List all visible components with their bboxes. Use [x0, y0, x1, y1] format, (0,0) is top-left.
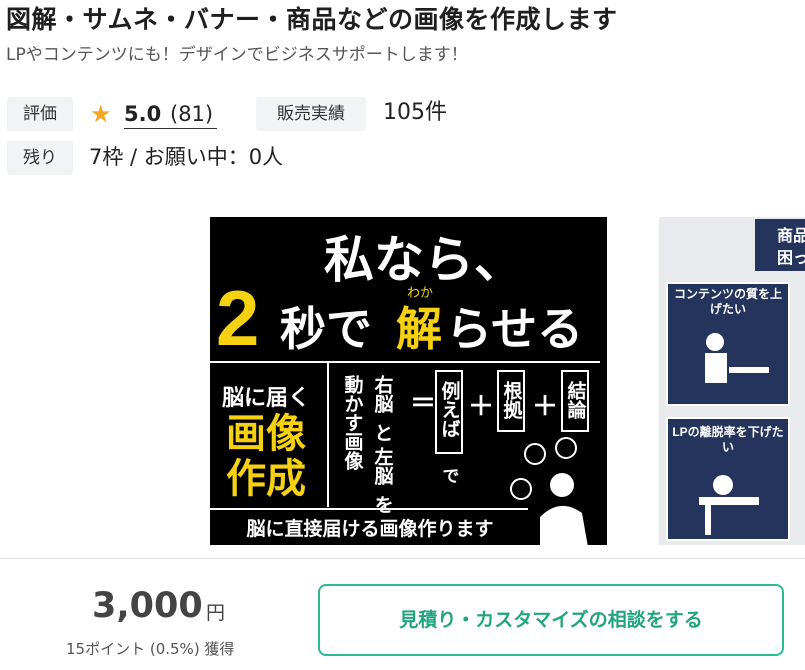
headline-ruby: わか — [407, 285, 433, 300]
headline-line2c: らせる — [446, 303, 583, 355]
price-value: 3,000 — [92, 586, 203, 626]
column-a: 動かす画像 — [342, 375, 364, 471]
box-example-sub: で — [440, 467, 460, 484]
section-divider — [0, 558, 805, 559]
rating-link-underline — [124, 128, 217, 129]
equals-sign: ＝ — [410, 388, 436, 418]
page-subtitle: LPやコンテンツにも！デザインでビジネスサポートします！ — [6, 45, 468, 65]
column-b3: 左脳 — [372, 446, 395, 486]
star-icon: ★ — [90, 100, 112, 128]
headline-number: 2 — [216, 274, 259, 362]
box-reason: 根拠 — [501, 380, 523, 420]
plus-sign-1: ＋ — [468, 391, 494, 421]
headline-line2b: 解 — [396, 303, 442, 355]
box-conclusion: 結論 — [565, 380, 587, 419]
price-currency: 円 — [206, 602, 226, 624]
slots-label: 残り — [7, 141, 73, 175]
sales-count: 105件 — [383, 100, 447, 125]
box-example: 例えば — [439, 380, 461, 438]
page-title: 図解・サムネ・バナー・商品などの画像を作成します — [6, 5, 618, 34]
sales-label: 販売実績 — [256, 97, 366, 131]
left-text-1: 脳に届く — [222, 385, 310, 410]
rating-label: 評価 — [7, 97, 73, 131]
rating-count[interactable]: (81) — [170, 100, 213, 128]
column-b2: と — [372, 423, 393, 442]
rating-score[interactable]: 5.0 — [124, 100, 161, 128]
secondary-card-2-title: LPの離脱率を下げたい — [672, 425, 784, 454]
plus-sign-2: ＋ — [532, 391, 558, 421]
headline-line1: 私なら、 — [324, 232, 524, 288]
footer-text: 脳に直接届ける画像作ります — [245, 517, 493, 540]
left-text-2: 画像 — [226, 412, 306, 456]
gallery-image-secondary[interactable]: 商品 困っ コンテンツの質を上げたい LPの離脱率を下げたい — [659, 217, 805, 545]
gallery-image-main[interactable]: 私なら、 2 秒で わか 解 らせる 脳に届く 画像 作成 動かす画像 右脳 と… — [210, 217, 607, 545]
secondary-card-1-title: コンテンツの質を上げたい — [673, 287, 782, 316]
image-gallery: 私なら、 2 秒で わか 解 らせる 脳に届く 画像 作成 動かす画像 右脳 と… — [0, 197, 805, 552]
secondary-label-1: 商品 — [777, 226, 805, 245]
column-b4: を — [372, 495, 393, 514]
secondary-label-2: 困っ — [777, 249, 805, 267]
headline-line2a: 秒で — [280, 303, 372, 355]
slots-value: 7枠 / お願い中：0人 — [89, 145, 284, 169]
consult-button[interactable]: 見積り・カスタマイズの相談をする — [318, 584, 784, 656]
points-info: 15ポイント (0.5%) 獲得 — [66, 640, 235, 658]
left-text-3: 作成 — [226, 457, 306, 501]
column-b1: 右脳 — [372, 374, 395, 414]
